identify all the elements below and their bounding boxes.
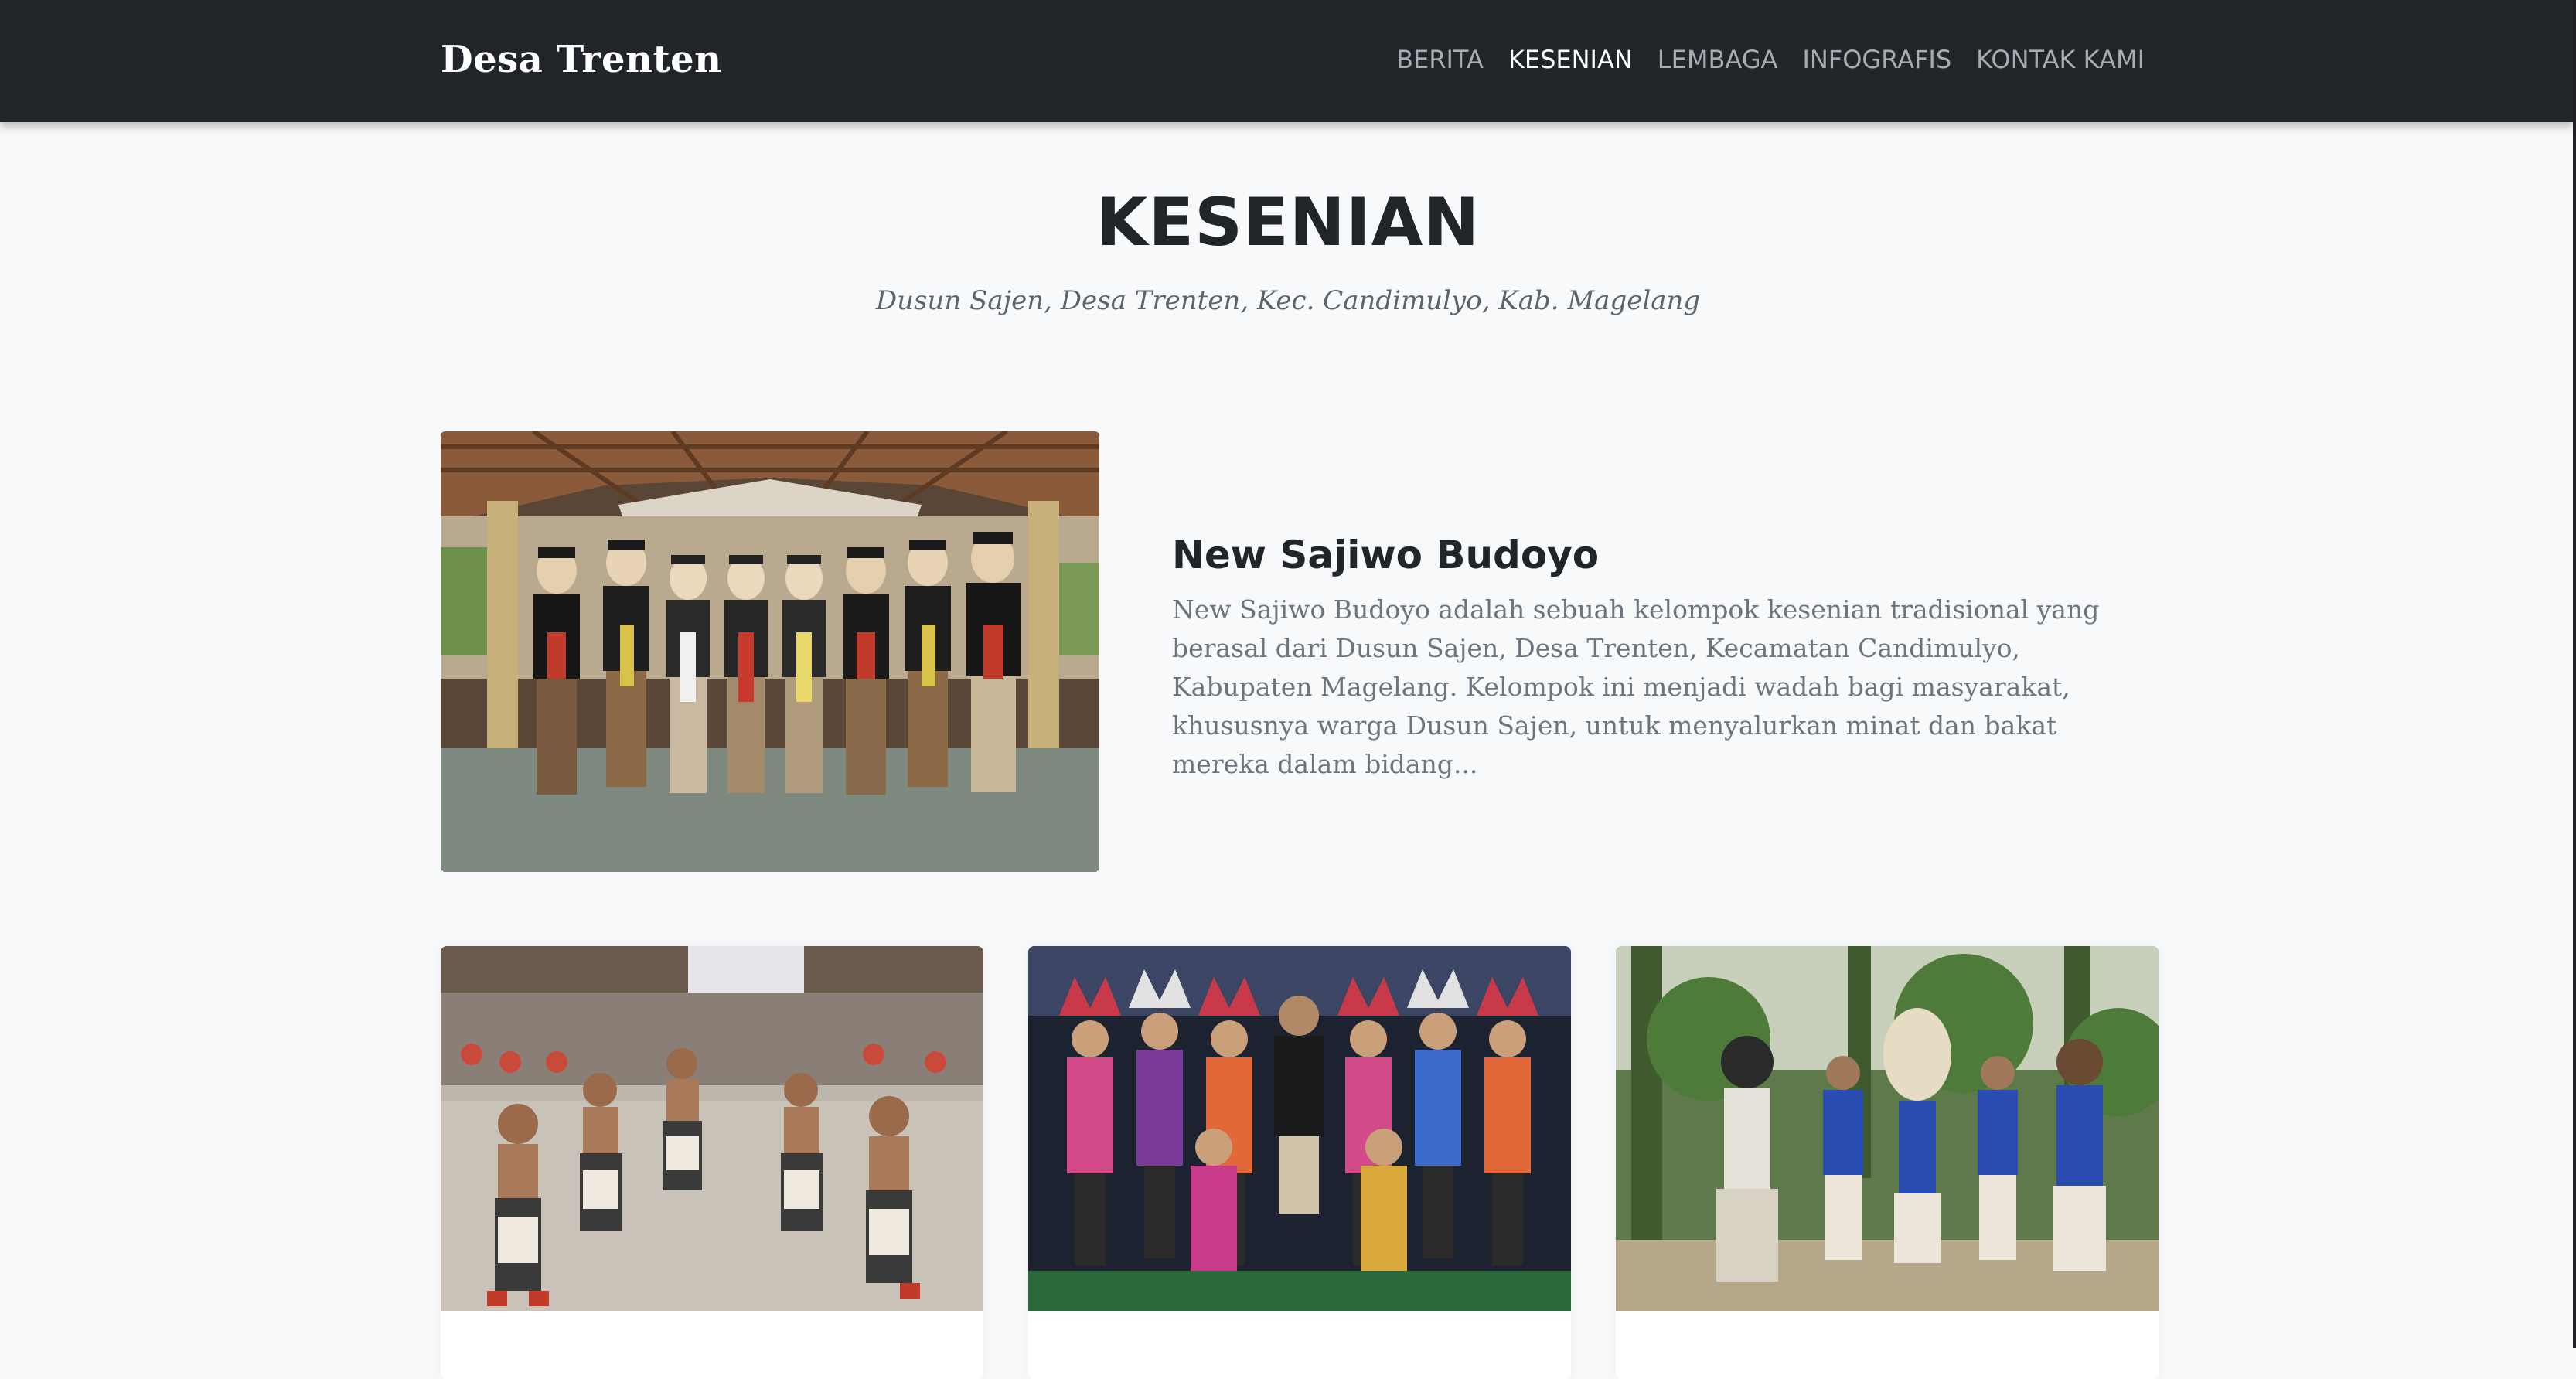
nav-link-berita[interactable]: BERITA	[1396, 45, 1484, 74]
nav-link-kontak-kami[interactable]: KONTAK KAMI	[1976, 45, 2145, 74]
nav-link-kesenian[interactable]: KESENIAN	[1508, 45, 1633, 74]
featured-photo-dance-group[interactable]	[441, 431, 1099, 872]
top-navbar: Desa Trenten BERITA KESENIAN LEMBAGA INF…	[0, 0, 2573, 122]
kesenian-card-2[interactable]	[1028, 946, 1571, 1379]
kesenian-card-1[interactable]	[441, 946, 983, 1379]
nav-link-lembaga[interactable]: LEMBAGA	[1658, 45, 1778, 74]
page-subtitle: Dusun Sajen, Desa Trenten, Kec. Candimul…	[875, 285, 1701, 316]
nav-menu: BERITA KESENIAN LEMBAGA INFOGRAFIS KONTA…	[1396, 39, 2145, 80]
kesenian-card-3[interactable]	[1616, 946, 2159, 1379]
card-photo-forest-dancers[interactable]	[1616, 946, 2159, 1311]
card-photo-bare-chested-dancers[interactable]	[441, 946, 983, 1311]
card-photo-feathered-dancers[interactable]	[1028, 946, 1571, 1311]
featured-title[interactable]: New Sajiwo Budoyo	[1172, 532, 1599, 578]
brand-logo-link[interactable]: Desa Trenten	[441, 34, 722, 85]
featured-excerpt: New Sajiwo Budoyo adalah sebuah kelompok…	[1172, 594, 2100, 779]
nav-link-infografis[interactable]: INFOGRAFIS	[1802, 45, 1951, 74]
page-title: KESENIAN	[1095, 184, 1481, 261]
